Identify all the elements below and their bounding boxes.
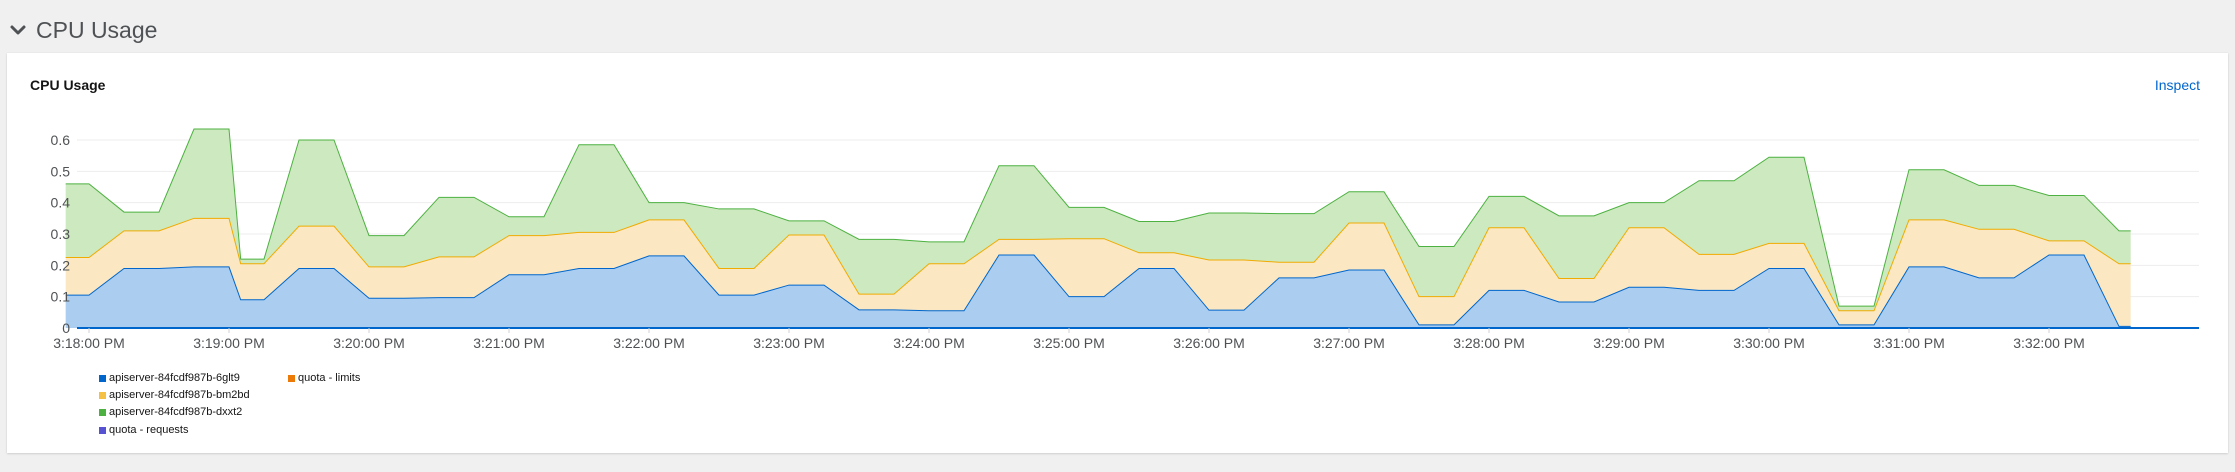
y-tick-label: 0 bbox=[62, 320, 70, 336]
chart-legend: apiserver-84fcdf987b-6glt9 apiserver-84f… bbox=[91, 371, 691, 451]
y-tick-label: 0.2 bbox=[51, 257, 71, 273]
section-toggle[interactable]: CPU Usage bbox=[8, 12, 157, 48]
chevron-down-icon bbox=[8, 20, 28, 40]
x-tick-label: 3:28:00 PM bbox=[1453, 335, 1525, 351]
x-tick-label: 3:19:00 PM bbox=[193, 335, 265, 351]
x-tick-label: 3:25:00 PM bbox=[1033, 335, 1105, 351]
chart-title: CPU Usage bbox=[30, 77, 106, 93]
x-tick-label: 3:27:00 PM bbox=[1313, 335, 1385, 351]
x-tick-label: 3:18:00 PM bbox=[53, 335, 125, 351]
x-tick-label: 3:20:00 PM bbox=[333, 335, 405, 351]
y-tick-label: 0.3 bbox=[51, 226, 71, 242]
legend-swatch bbox=[99, 374, 106, 382]
y-tick-label: 0.5 bbox=[51, 163, 71, 179]
y-tick-label: 0.1 bbox=[51, 289, 71, 305]
x-tick-label: 3:23:00 PM bbox=[753, 335, 825, 351]
legend-item-quota-requests[interactable]: quota - requests bbox=[99, 424, 189, 436]
y-tick-label: 0.6 bbox=[51, 132, 71, 148]
legend-swatch bbox=[99, 391, 106, 399]
x-tick-label: 3:24:00 PM bbox=[893, 335, 965, 351]
chart-card: 0 0.1 0.2 0.3 0.4 0.5 0.6 3:18:00 PM 3:19:00 PM 3… bbox=[7, 53, 2228, 453]
legend-item-dxxt2[interactable]: apiserver-84fcdf987b-dxxt2 bbox=[99, 406, 242, 418]
x-tick-label: 3:29:00 PM bbox=[1593, 335, 1665, 351]
legend-swatch bbox=[99, 408, 106, 416]
legend-label: quota - limits bbox=[298, 372, 361, 384]
legend-item-bm2bd[interactable]: apiserver-84fcdf987b-bm2bd bbox=[99, 389, 250, 401]
section-title: CPU Usage bbox=[36, 16, 158, 43]
x-tick-label: 3:30:00 PM bbox=[1733, 335, 1805, 351]
legend-label: quota - requests bbox=[109, 424, 189, 436]
legend-item-6glt9[interactable]: apiserver-84fcdf987b-6glt9 bbox=[99, 372, 240, 384]
legend-label: apiserver-84fcdf987b-dxxt2 bbox=[109, 406, 243, 418]
legend-swatch bbox=[99, 426, 106, 434]
legend-label: apiserver-84fcdf987b-bm2bd bbox=[109, 389, 250, 401]
x-tick-label: 3:26:00 PM bbox=[1173, 335, 1245, 351]
x-tick-label: 3:21:00 PM bbox=[473, 335, 545, 351]
x-tick-label: 3:31:00 PM bbox=[1873, 335, 1945, 351]
legend-label: apiserver-84fcdf987b-6glt9 bbox=[109, 372, 240, 384]
legend-item-quota-limits[interactable]: quota - limits bbox=[288, 372, 360, 384]
x-tick-label: 3:32:00 PM bbox=[2013, 335, 2085, 351]
x-tick-label: 3:22:00 PM bbox=[613, 335, 685, 351]
legend-swatch bbox=[288, 374, 295, 382]
y-tick-label: 0.4 bbox=[51, 195, 71, 211]
inspect-link[interactable]: Inspect bbox=[2155, 77, 2200, 93]
